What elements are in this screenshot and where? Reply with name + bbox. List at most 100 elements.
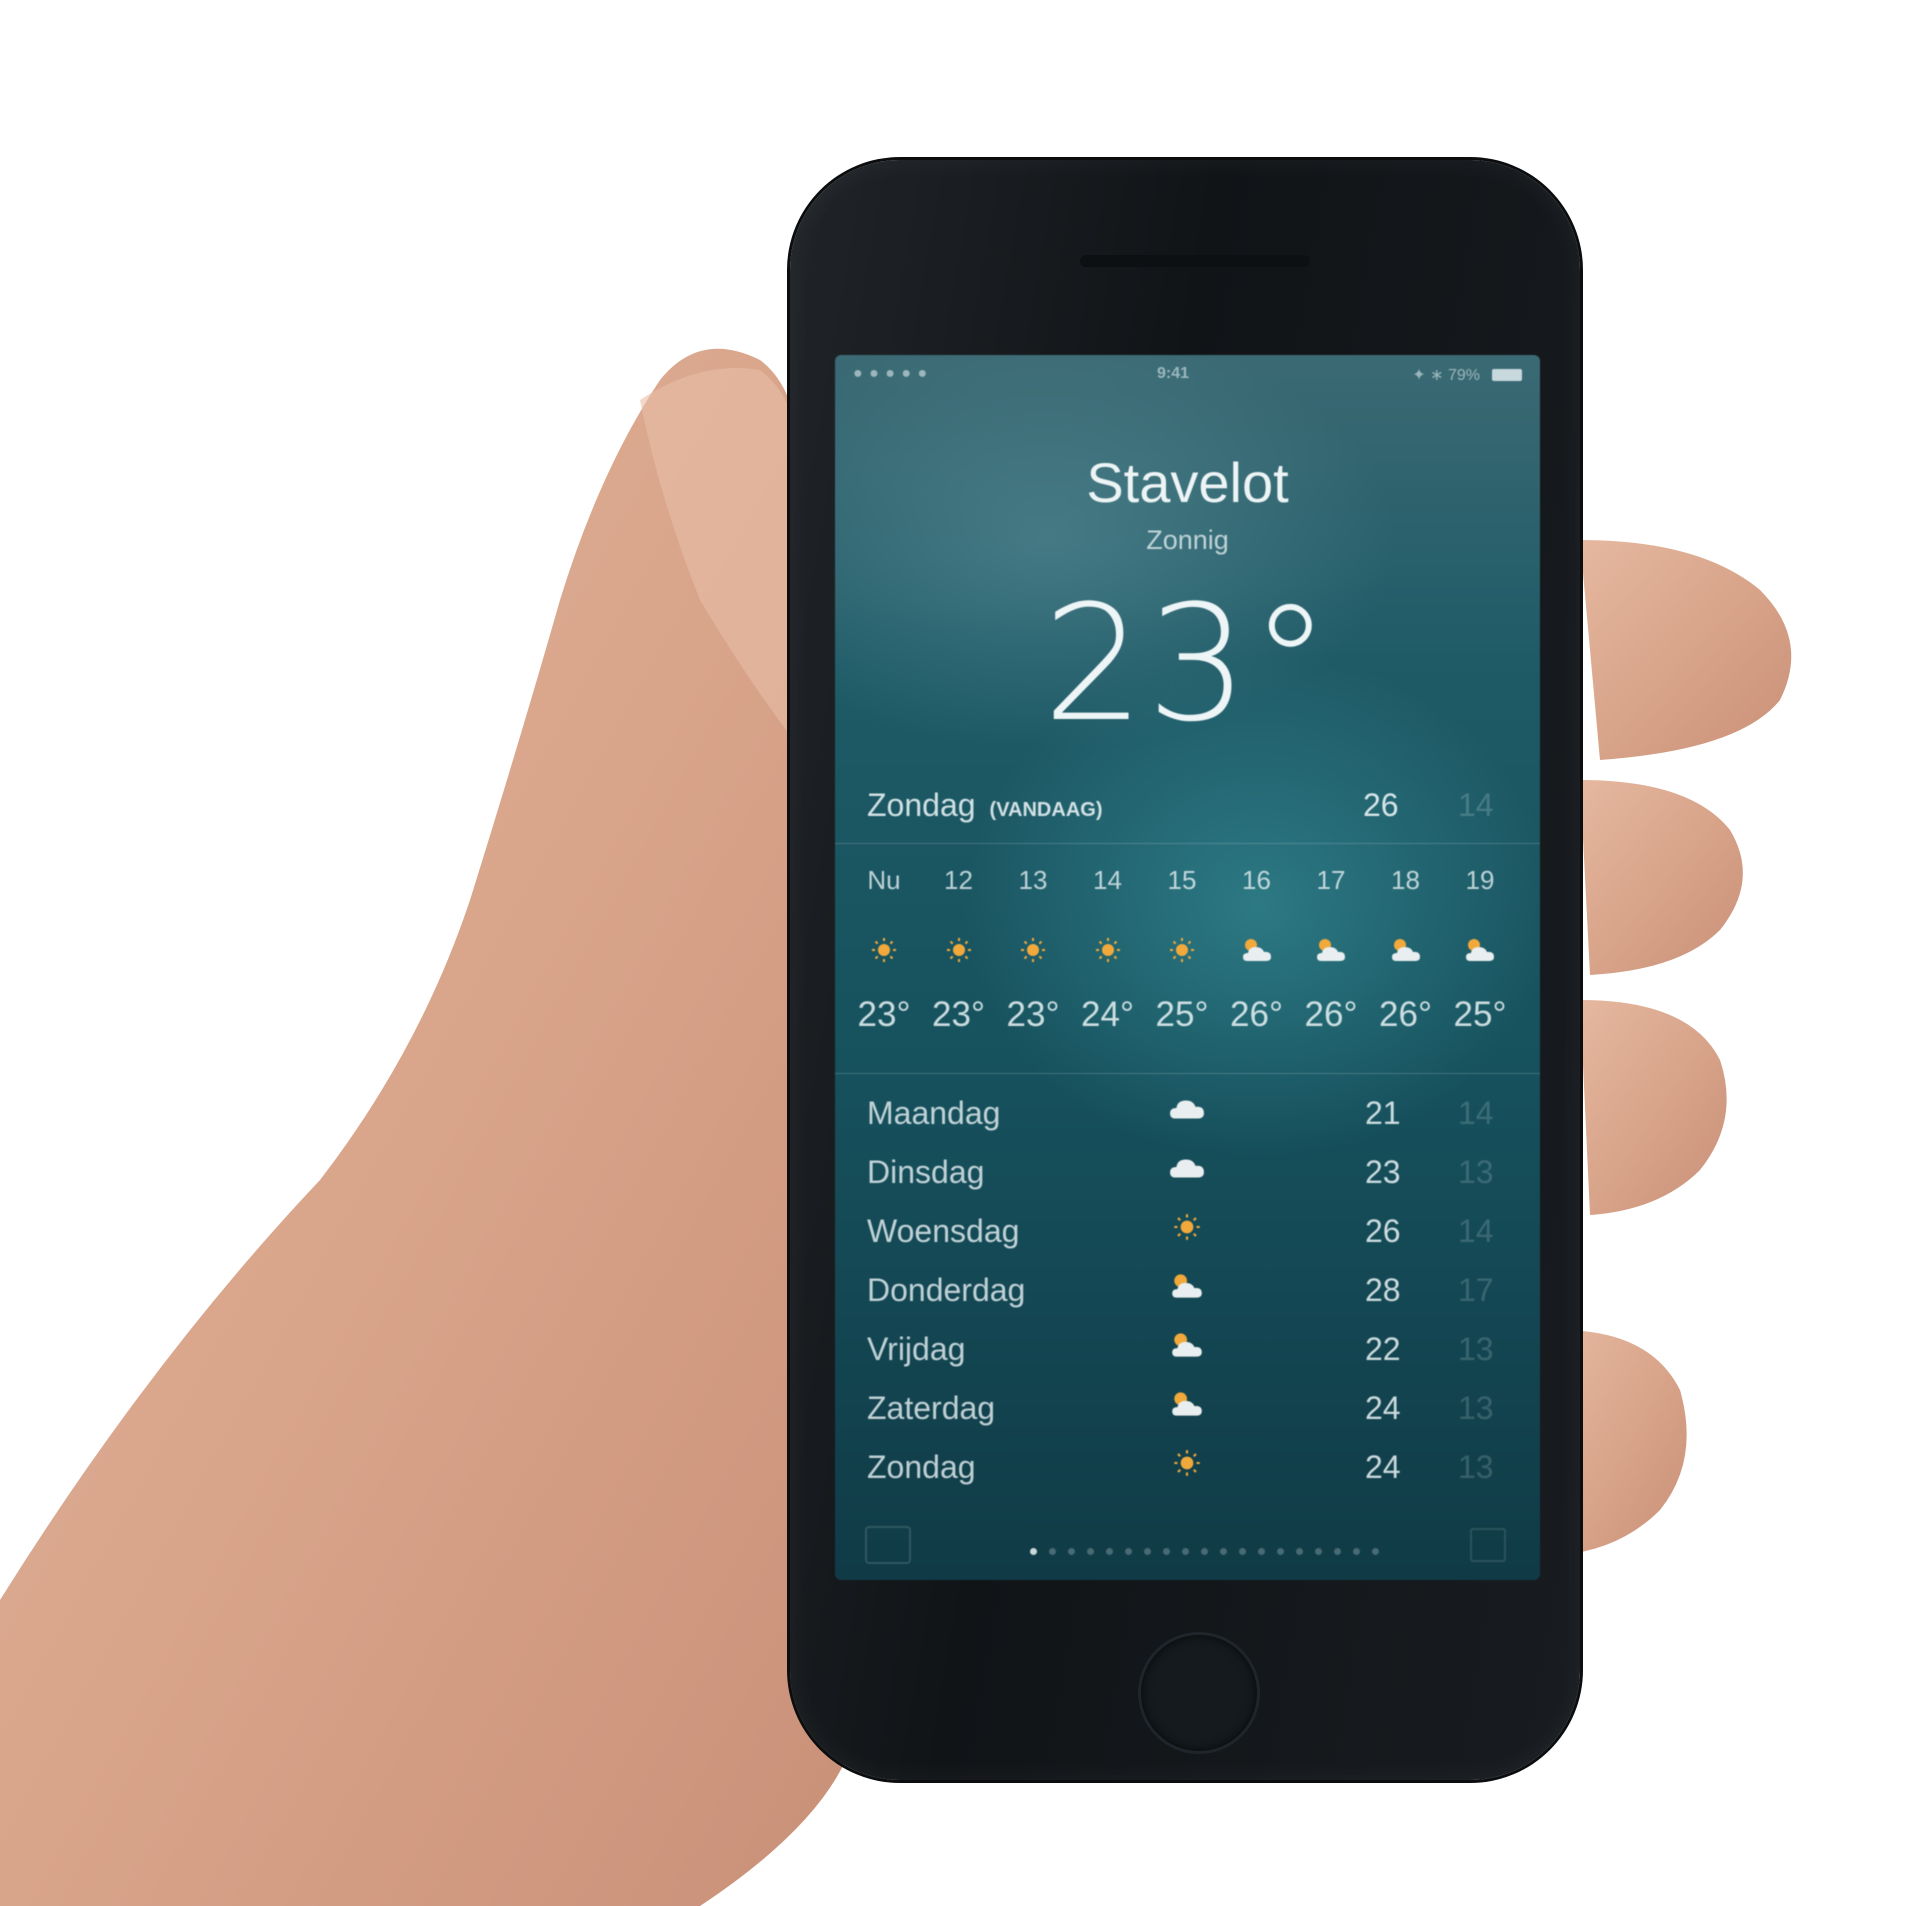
day-high: 22 bbox=[1365, 1331, 1401, 1367]
day-high: 23 bbox=[1365, 1154, 1401, 1190]
sun-icon bbox=[1165, 1209, 1209, 1245]
divider bbox=[835, 843, 1540, 844]
hour-temperature: 23° bbox=[932, 995, 985, 1034]
hour-temperature: 26° bbox=[1230, 995, 1283, 1034]
status-bar: ● ● ● ● ● 9:41 ✦ ∗ 79% bbox=[835, 355, 1540, 395]
page-dot bbox=[1353, 1548, 1360, 1555]
hour-temperature: 25° bbox=[1453, 995, 1507, 1034]
partly-cloudy-icon bbox=[1386, 933, 1426, 967]
page-dot bbox=[1334, 1548, 1341, 1555]
hour-temperature: 26° bbox=[1304, 995, 1358, 1034]
sun-icon bbox=[1162, 933, 1202, 967]
day-low: 17 bbox=[1458, 1272, 1494, 1308]
daily-row: Zaterdag 24 13 bbox=[835, 1390, 1540, 1448]
day-high: 24 bbox=[1365, 1449, 1401, 1485]
day-high: 24 bbox=[1365, 1390, 1401, 1426]
hour-label: 19 bbox=[1465, 865, 1495, 895]
daily-row: Zondag 24 13 bbox=[835, 1449, 1540, 1507]
status-time: 9:41 bbox=[1157, 365, 1190, 382]
home-button[interactable] bbox=[1141, 1635, 1257, 1751]
city-list-icon[interactable] bbox=[1470, 1528, 1506, 1562]
sun-icon bbox=[939, 933, 979, 967]
city-name: Stavelot bbox=[1086, 451, 1289, 514]
page-dot bbox=[1163, 1548, 1170, 1555]
day-low: 13 bbox=[1458, 1154, 1494, 1190]
daily-row: Donderdag 28 17 bbox=[835, 1272, 1540, 1330]
hour-label: 13 bbox=[1018, 865, 1048, 895]
day-low: 13 bbox=[1458, 1449, 1494, 1485]
day-high: 28 bbox=[1365, 1272, 1401, 1308]
hour-temperature: 23° bbox=[857, 995, 911, 1034]
daily-row: Vrijdag 22 13 bbox=[835, 1331, 1540, 1389]
page-dot bbox=[1182, 1548, 1189, 1555]
partly-cloudy-icon bbox=[1165, 1268, 1209, 1304]
page-dot bbox=[1049, 1548, 1056, 1555]
sun-icon bbox=[1165, 1445, 1209, 1481]
page-dot bbox=[1277, 1548, 1284, 1555]
daily-row: Woensdag 26 14 bbox=[835, 1213, 1540, 1271]
day-name: Woensdag bbox=[867, 1213, 1020, 1249]
battery-icon bbox=[1492, 369, 1522, 381]
today-high: 26 bbox=[1363, 787, 1399, 823]
day-name: Zaterdag bbox=[867, 1390, 996, 1426]
status-indicators: ✦ ∗ 79% bbox=[1412, 367, 1480, 384]
partly-cloudy-icon bbox=[1165, 1386, 1209, 1422]
day-low: 14 bbox=[1458, 1213, 1494, 1249]
current-temperature: 23° bbox=[1042, 570, 1333, 757]
hour-label: 16 bbox=[1242, 865, 1271, 895]
carrier-signal: ● ● ● ● ● bbox=[853, 365, 929, 382]
day-low: 14 bbox=[1458, 1095, 1494, 1131]
sun-icon bbox=[1088, 933, 1128, 967]
hour-label: 12 bbox=[944, 865, 973, 895]
partly-cloudy-icon bbox=[1460, 933, 1500, 967]
today-tag: (VANDAAG) bbox=[989, 799, 1103, 821]
hour-temperature: 24° bbox=[1081, 995, 1134, 1034]
day-high: 26 bbox=[1365, 1213, 1401, 1249]
current-condition: Zonnig bbox=[1146, 525, 1229, 555]
weather-channel-logo-icon[interactable] bbox=[865, 1526, 911, 1564]
hour-label: 18 bbox=[1391, 865, 1420, 895]
page-dot bbox=[1315, 1548, 1322, 1555]
daily-row: Maandag 21 14 bbox=[835, 1095, 1540, 1153]
weather-app-screen: ● ● ● ● ● 9:41 ✦ ∗ 79% Stavelot Zonnig 2… bbox=[835, 355, 1540, 1580]
page-dot bbox=[1372, 1548, 1379, 1555]
page-dot bbox=[1201, 1548, 1208, 1555]
hour-label: 14 bbox=[1093, 865, 1122, 895]
today-low: 14 bbox=[1458, 787, 1494, 823]
location-dot-icon bbox=[1030, 1548, 1037, 1555]
partly-cloudy-icon bbox=[1165, 1327, 1209, 1363]
page-dot bbox=[1258, 1548, 1265, 1555]
sun-icon bbox=[1013, 933, 1053, 967]
day-name: Zondag bbox=[867, 1449, 976, 1485]
day-name: Donderdag bbox=[867, 1272, 1026, 1308]
partly-cloudy-icon bbox=[1311, 933, 1351, 967]
day-name: Vrijdag bbox=[867, 1331, 966, 1367]
bottom-toolbar bbox=[835, 1520, 1540, 1580]
today-row: Zondag (VANDAAG) bbox=[867, 787, 1102, 824]
hour-temperature: 26° bbox=[1379, 995, 1432, 1034]
page-indicator[interactable] bbox=[1030, 1542, 1391, 1560]
cloud-icon bbox=[1165, 1150, 1209, 1186]
cloud-icon bbox=[1165, 1091, 1209, 1127]
daily-row: Dinsdag 23 13 bbox=[835, 1154, 1540, 1212]
page-dot bbox=[1087, 1548, 1094, 1555]
day-name: Dinsdag bbox=[867, 1154, 985, 1190]
page-dot bbox=[1068, 1548, 1075, 1555]
day-name: Maandag bbox=[867, 1095, 1001, 1131]
divider bbox=[835, 1073, 1540, 1074]
hour-temperature: 25° bbox=[1155, 995, 1209, 1034]
day-low: 13 bbox=[1458, 1331, 1494, 1367]
day-low: 13 bbox=[1458, 1390, 1494, 1426]
page-dot bbox=[1220, 1548, 1227, 1555]
partly-cloudy-icon bbox=[1237, 933, 1277, 967]
page-dot bbox=[1296, 1548, 1303, 1555]
page-dot bbox=[1144, 1548, 1151, 1555]
page-dot bbox=[1239, 1548, 1246, 1555]
hour-label: 15 bbox=[1167, 865, 1197, 895]
day-high: 21 bbox=[1365, 1095, 1401, 1131]
page-dot bbox=[1125, 1548, 1132, 1555]
earpiece-speaker bbox=[1080, 255, 1310, 267]
hour-label: 17 bbox=[1316, 865, 1346, 895]
page-dot bbox=[1106, 1548, 1113, 1555]
sun-icon bbox=[864, 933, 904, 967]
